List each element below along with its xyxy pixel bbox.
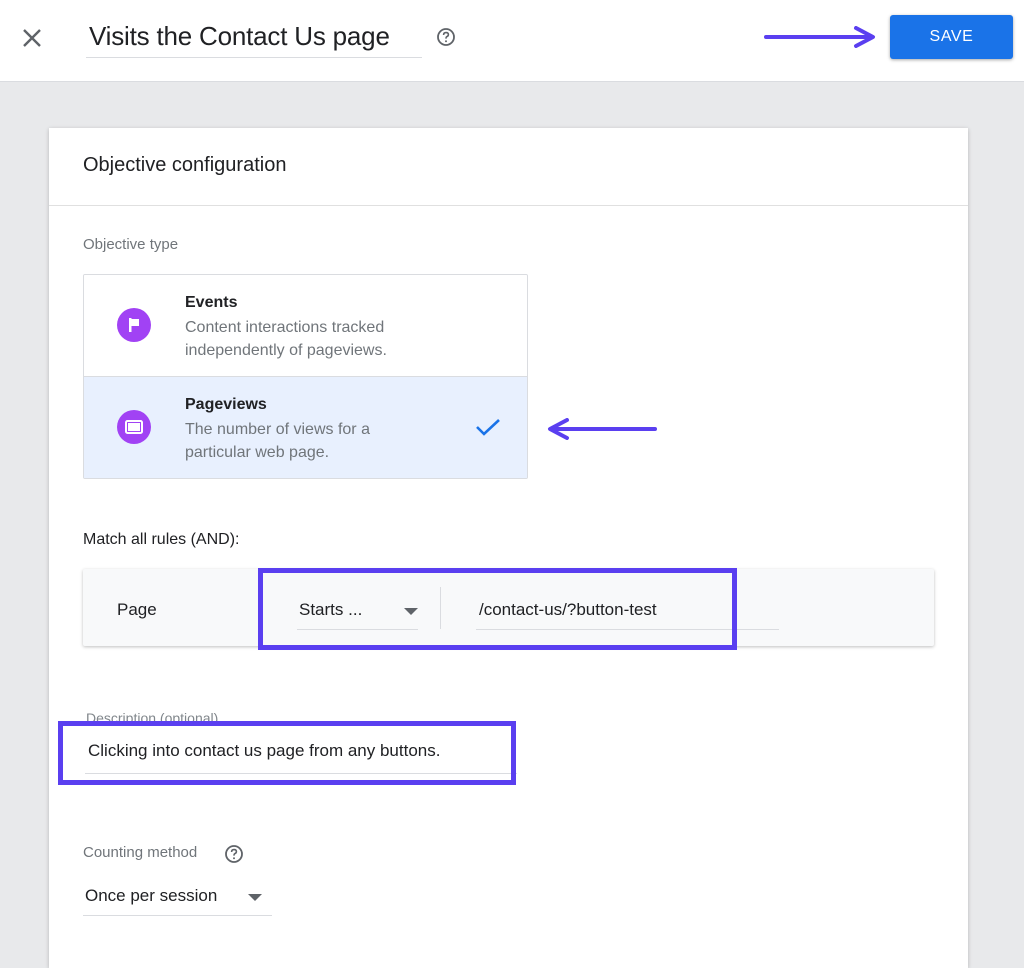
help-circle-icon[interactable] [436,27,456,47]
counting-method-value: Once per session [85,886,218,905]
objective-type-name: Pageviews [185,396,267,413]
objective-type-label: Objective type [83,236,179,253]
match-rules-label: Match all rules (AND): [83,531,240,548]
top-bar: Visits the Contact Us page SAVE [0,0,1024,82]
chevron-down-icon [248,894,262,901]
description-value: Clicking into contact us page from any b… [88,741,441,760]
rule-row: Page Starts ... /contact-us/?button-test [83,569,934,646]
close-icon [23,29,41,47]
objective-configuration-card: Objective configuration Objective type E… [49,128,968,968]
browser-window-icon [125,420,143,434]
rule-divider [440,587,441,629]
rule-field: Page [117,600,157,619]
rule-operator-select[interactable]: Starts ... [297,593,418,630]
help-circle-icon[interactable] [224,844,244,864]
rule-value-input[interactable]: /contact-us/?button-test [476,593,779,630]
events-icon-badge [117,308,151,342]
objective-type-pageviews[interactable]: Pageviews The number of views for a part… [84,377,527,478]
card-header: Objective configuration [49,128,968,206]
objective-type-description: Content interactions tracked independent… [185,319,387,359]
objective-type-description: The number of views for a particular web… [185,421,370,461]
description-label: Description (optional) [86,710,219,726]
check-icon [476,419,500,436]
counting-method-select[interactable]: Once per session [83,879,272,916]
counting-method-label: Counting method [83,844,198,861]
annotation-arrow-right-icon [764,26,875,48]
description-input[interactable]: Description (optional) Clicking into con… [85,710,517,774]
objective-type-events[interactable]: Events Content interactions tracked inde… [84,275,527,377]
objective-type-selector: Events Content interactions tracked inde… [83,274,528,479]
save-button[interactable]: SAVE [890,15,1013,59]
rule-operator-value: Starts ... [299,600,363,619]
chevron-down-icon [404,608,418,615]
objective-type-name: Events [185,294,238,311]
objective-title-text: Visits the Contact Us page [89,21,390,51]
rule-value-text: /contact-us/?button-test [479,600,657,619]
pageviews-icon-badge [117,410,151,444]
objective-title-input[interactable]: Visits the Contact Us page [86,16,422,58]
flag-icon [129,318,139,332]
close-button[interactable] [18,24,46,52]
card-title: Objective configuration [83,154,287,176]
annotation-arrow-left-icon [548,418,657,440]
